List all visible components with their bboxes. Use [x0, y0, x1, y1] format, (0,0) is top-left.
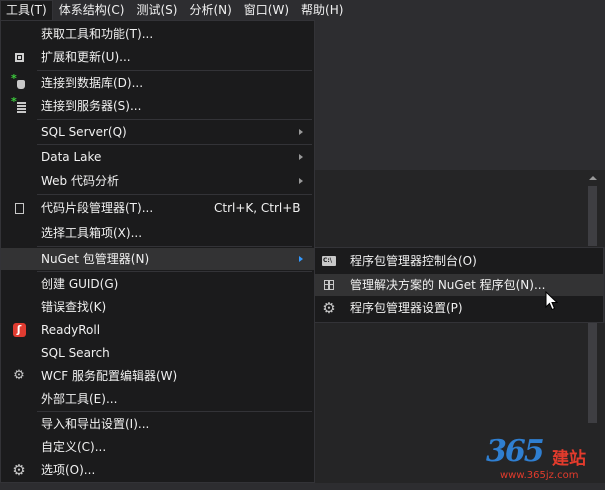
submenu-item-package-console[interactable]: C:\ 程序包管理器控制台(O) — [315, 250, 603, 272]
menu-item-label: 选项(O)... — [41, 463, 96, 477]
menu-item-label: 扩展和更新(U)... — [41, 50, 131, 64]
editor-panel — [315, 170, 605, 247]
menu-item-label: 错误查找(K) — [41, 300, 107, 314]
menu-item-label: WCF 服务配置编辑器(W) — [41, 369, 178, 383]
menu-analyze[interactable]: 分析(N) — [183, 0, 237, 20]
menu-item-error-lookup[interactable]: 错误查找(K) — [1, 296, 314, 318]
menu-item-connect-database[interactable]: * 连接到数据库(D)... — [1, 72, 314, 94]
menu-item-label: 创建 GUID(G) — [41, 277, 119, 291]
menu-item-label: SQL Server(Q) — [41, 125, 127, 139]
scroll-up-icon[interactable] — [589, 176, 597, 180]
mouse-cursor-icon — [545, 291, 558, 311]
package-icon — [321, 277, 337, 293]
submenu-arrow-icon — [299, 256, 303, 262]
menu-item-connect-server[interactable]: * 连接到服务器(S)... — [1, 95, 314, 117]
menu-item-nuget[interactable]: NuGet 包管理器(N) — [1, 248, 314, 270]
menu-item-label: 代码片段管理器(T)... — [41, 201, 154, 215]
watermark-logo: 365 建站 www.365jz.com — [480, 432, 602, 487]
menu-item-code-snippets[interactable]: 代码片段管理器(T)... Ctrl+K, Ctrl+B — [1, 197, 314, 219]
menu-window[interactable]: 窗口(W) — [238, 0, 295, 20]
menu-separator — [37, 246, 312, 247]
menu-item-label: 连接到数据库(D)... — [41, 76, 144, 90]
menu-item-data-lake[interactable]: Data Lake — [1, 146, 314, 168]
submenu-arrow-icon — [299, 178, 303, 184]
menu-item-label: Web 代码分析 — [41, 174, 119, 188]
menu-architecture[interactable]: 体系结构(C) — [53, 0, 131, 20]
gear-icon: ⚙ — [12, 461, 26, 479]
submenu-arrow-icon — [299, 129, 303, 135]
wcf-config-icon: ⚙ — [13, 368, 25, 383]
submenu-arrow-icon — [299, 154, 303, 160]
submenu-item-manage-nuget[interactable]: 管理解决方案的 NuGet 程序包(N)... — [315, 274, 603, 296]
menu-item-label: 获取工具和功能(T)... — [41, 27, 154, 41]
menu-tools[interactable]: 工具(T) — [0, 0, 53, 21]
menu-item-label: Data Lake — [41, 150, 102, 164]
menu-item-customize[interactable]: 自定义(C)... — [1, 436, 314, 458]
connect-server-icon: * — [11, 96, 27, 114]
menu-item-label: 自定义(C)... — [41, 440, 107, 454]
editor-scrollbar[interactable] — [588, 186, 597, 246]
menu-item-extensions[interactable]: 扩展和更新(U)... — [1, 46, 314, 68]
menu-item-web-code-analysis[interactable]: Web 代码分析 — [1, 170, 314, 192]
menu-item-label: SQL Search — [41, 346, 110, 360]
menu-separator — [37, 70, 312, 71]
tools-dropdown-menu: 获取工具和功能(T)... 扩展和更新(U)... * 连接到数据库(D)...… — [0, 20, 315, 483]
menu-separator — [37, 194, 312, 195]
menu-item-wcf-editor[interactable]: ⚙ WCF 服务配置编辑器(W) — [1, 365, 314, 387]
menu-test[interactable]: 测试(S) — [130, 0, 183, 20]
nuget-submenu: C:\ 程序包管理器控制台(O) 管理解决方案的 NuGet 程序包(N)...… — [314, 247, 604, 323]
menu-item-label: 连接到服务器(S)... — [41, 99, 142, 113]
shortcut-label: Ctrl+K, Ctrl+B — [214, 201, 301, 215]
watermark-number: 365 — [486, 434, 545, 469]
menu-item-label: 程序包管理器控制台(O) — [350, 254, 477, 268]
menu-item-sql-server[interactable]: SQL Server(Q) — [1, 121, 314, 143]
menu-item-label: 外部工具(E)... — [41, 392, 118, 406]
menu-item-label: 管理解决方案的 NuGet 程序包(N)... — [350, 278, 546, 292]
menu-bar: 工具(T) 体系结构(C) 测试(S) 分析(N) 窗口(W) 帮助(H) — [0, 0, 605, 21]
menu-separator — [37, 144, 312, 145]
console-icon: C:\ — [321, 253, 337, 269]
menu-item-readyroll[interactable]: ʃ ReadyRoll — [1, 319, 314, 341]
editor-scrollbar-lower[interactable] — [588, 323, 597, 423]
menu-separator — [37, 119, 312, 120]
menu-item-sql-search[interactable]: SQL Search — [1, 342, 314, 364]
menu-item-get-tools[interactable]: 获取工具和功能(T)... — [1, 23, 314, 45]
menu-separator — [37, 271, 312, 272]
submenu-item-package-settings[interactable]: ⚙ 程序包管理器设置(P) — [315, 297, 603, 319]
menu-item-external-tools[interactable]: 外部工具(E)... — [1, 388, 314, 410]
menu-item-choose-toolbox[interactable]: 选择工具箱项(X)... — [1, 222, 314, 244]
watermark-text: 建站 — [552, 449, 586, 469]
readyroll-icon: ʃ — [11, 322, 27, 338]
menu-item-options[interactable]: ⚙ 选项(O)... — [1, 459, 314, 481]
connect-database-icon: * — [11, 73, 27, 91]
menu-help[interactable]: 帮助(H) — [295, 0, 349, 20]
watermark-url: www.365jz.com — [500, 470, 579, 481]
menu-item-label: 选择工具箱项(X)... — [41, 226, 143, 240]
extensions-icon — [11, 49, 27, 65]
menu-item-label: 程序包管理器设置(P) — [350, 301, 463, 315]
menu-item-import-export[interactable]: 导入和导出设置(I)... — [1, 413, 314, 435]
gear-icon: ⚙ — [322, 299, 336, 317]
menu-item-create-guid[interactable]: 创建 GUID(G) — [1, 273, 314, 295]
menu-separator — [37, 411, 312, 412]
menu-item-label: NuGet 包管理器(N) — [41, 252, 150, 266]
menu-item-label: 导入和导出设置(I)... — [41, 417, 150, 431]
code-snippet-icon — [11, 200, 27, 216]
menu-item-label: ReadyRoll — [41, 323, 101, 337]
